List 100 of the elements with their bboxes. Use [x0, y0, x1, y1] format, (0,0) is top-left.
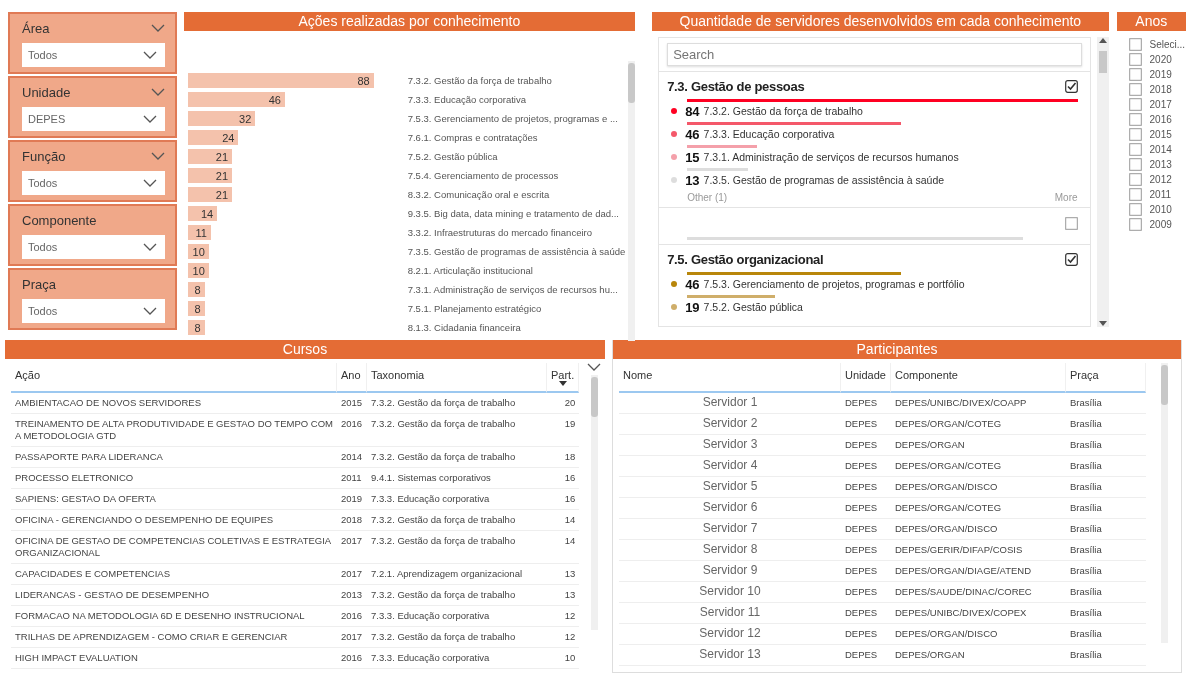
year-label[interactable]: 2011 — [1149, 189, 1172, 200]
column-header[interactable]: Unidade — [841, 363, 891, 393]
checkbox[interactable] — [1128, 53, 1142, 66]
column-header[interactable]: Part. — [547, 363, 580, 393]
checkbox[interactable] — [1128, 128, 1142, 141]
dropdown[interactable]: Todos — [22, 299, 165, 323]
bar: 46 — [187, 92, 285, 107]
checkbox[interactable] — [1128, 83, 1142, 96]
year-label[interactable]: 2019 — [1149, 69, 1172, 80]
year-label[interactable]: 2014 — [1149, 144, 1172, 155]
table-cell: Brasília — [1066, 561, 1146, 582]
column-header[interactable]: Nome — [619, 363, 841, 393]
table-cell: Brasília — [1066, 603, 1146, 624]
dropdown[interactable]: Todos — [22, 171, 165, 195]
bar: 88 — [187, 73, 374, 88]
dropdown[interactable]: DEPES — [22, 107, 165, 131]
column-header[interactable]: Taxonomia — [367, 363, 547, 393]
scrollbar[interactable] — [1161, 363, 1168, 643]
scroll-down-icon[interactable] — [1098, 321, 1107, 327]
search-field[interactable]: Search — [667, 43, 1082, 66]
chevron-down-icon[interactable] — [150, 152, 165, 160]
year-label[interactable]: 2010 — [1149, 204, 1172, 215]
checkbox[interactable] — [1128, 158, 1142, 171]
table-cell: 14 — [547, 531, 580, 564]
bar: 11 — [187, 225, 211, 240]
chevron-down-icon[interactable] — [150, 88, 165, 96]
bar: 21 — [187, 149, 233, 164]
item-label[interactable]: 7.5.3. Gerenciamento de projetos, programas e portfólio — [703, 278, 965, 290]
checkbox[interactable] — [1128, 38, 1142, 51]
table-cell: DEPES/ORGAN/DISCO — [891, 624, 1066, 645]
dropdown[interactable]: Todos — [22, 235, 165, 259]
item-label[interactable]: 7.3.5. Gestão de programas de assistência à saúde — [703, 174, 945, 186]
year-label[interactable]: 2012 — [1149, 174, 1172, 185]
table-cell: AMBIENTACAO DE NOVOS SERVIDORES — [11, 393, 337, 414]
checkbox[interactable] — [1128, 98, 1142, 111]
chevron-down-icon[interactable] — [142, 115, 157, 123]
table-cell: 12 — [547, 606, 580, 627]
filter-label: Unidade — [22, 84, 71, 100]
scroll-thumb[interactable] — [1098, 51, 1107, 73]
checkbox[interactable] — [1064, 79, 1078, 93]
table-cell: DEPES — [841, 456, 891, 477]
item-label[interactable]: 7.3.3. Educação corporativa — [703, 128, 835, 140]
table-cell: TRILHAS DE APRENDIZAGEM - COMO CRIAR E GERENCIAR — [11, 627, 337, 648]
bar: 8 — [187, 282, 205, 297]
checkbox[interactable] — [1064, 252, 1078, 266]
table-cell: 2013 — [337, 585, 367, 606]
table-cell: 2017 — [337, 627, 367, 648]
category-label: 8.2.1. Articulação institucional — [407, 264, 534, 278]
table-cell: 2017 — [337, 531, 367, 564]
count: 46 — [685, 276, 700, 292]
table-cell: 20 — [547, 393, 580, 414]
year-label[interactable]: 2016 — [1149, 114, 1172, 125]
bar: 8 — [187, 301, 205, 316]
year-label[interactable]: 2015 — [1149, 129, 1172, 140]
chevron-down-icon[interactable] — [150, 24, 165, 32]
column-header[interactable]: Praça — [1066, 363, 1146, 393]
checkbox[interactable] — [1064, 216, 1078, 230]
column-header[interactable]: Ação — [11, 363, 337, 393]
checkbox[interactable] — [1128, 143, 1142, 156]
table-cell: DEPES/GERIR/DIFAP/COSIS — [891, 540, 1066, 561]
checkbox[interactable] — [1128, 113, 1142, 126]
item-label[interactable]: 7.3.2. Gestão da força de trabalho — [703, 105, 863, 117]
column-header[interactable]: Componente — [891, 363, 1066, 393]
checkbox[interactable] — [1128, 173, 1142, 186]
table-cell: OFICINA - GERENCIANDO O DESEMPENHO DE EQUIPES — [11, 510, 337, 531]
table-cell: 9.4.1. Sistemas corporativos — [367, 468, 547, 489]
year-label[interactable]: 2009 — [1149, 219, 1172, 230]
chevron-down-icon[interactable] — [142, 243, 157, 251]
year-label[interactable]: Seleci... — [1149, 39, 1186, 50]
dropdown[interactable]: Todos — [22, 43, 165, 67]
year-label[interactable]: 2018 — [1149, 84, 1172, 95]
year-label[interactable]: 2017 — [1149, 99, 1172, 110]
table-cell: 2019 — [337, 489, 367, 510]
checkbox[interactable] — [1128, 203, 1142, 216]
table-cell: 7.3.2. Gestão da força de trabalho — [367, 414, 547, 447]
table-cell: Servidor 4 — [619, 456, 841, 477]
chevron-down-icon[interactable] — [142, 307, 157, 315]
scrollbar[interactable] — [1096, 37, 1109, 327]
checkbox[interactable] — [1128, 68, 1142, 81]
column-header[interactable]: Ano — [337, 363, 367, 393]
checkbox[interactable] — [1128, 218, 1142, 231]
year-label[interactable]: 2013 — [1149, 159, 1172, 170]
table-cell: DEPES — [841, 519, 891, 540]
checkbox[interactable] — [1128, 188, 1142, 201]
table-cell: DEPES/ORGAN/DIAGE/ATEND — [891, 561, 1066, 582]
category-label: 7.3.3. Educação corporativa — [407, 93, 527, 107]
scrollbar[interactable] — [628, 61, 636, 341]
chevron-down-icon[interactable] — [142, 179, 157, 187]
table-cell: DEPES/ORGAN — [891, 645, 1066, 666]
table-cell: DEPES — [841, 498, 891, 519]
item-label[interactable]: 7.3.1. Administração de serviços de recursos humanos — [703, 151, 959, 163]
item-label[interactable]: 7.5.2. Gestão pública — [703, 301, 803, 313]
table-cell: 7.3.2. Gestão da força de trabalho — [367, 531, 547, 564]
bar: 10 — [187, 244, 209, 259]
table-cell: DEPES/ORGAN/COTEG — [891, 456, 1066, 477]
scrollbar[interactable] — [590, 375, 598, 630]
table-cell: 7.3.2. Gestão da força de trabalho — [367, 627, 547, 648]
table-cell: Brasília — [1066, 540, 1146, 561]
year-label[interactable]: 2020 — [1149, 54, 1172, 65]
chevron-down-icon[interactable] — [142, 51, 157, 59]
